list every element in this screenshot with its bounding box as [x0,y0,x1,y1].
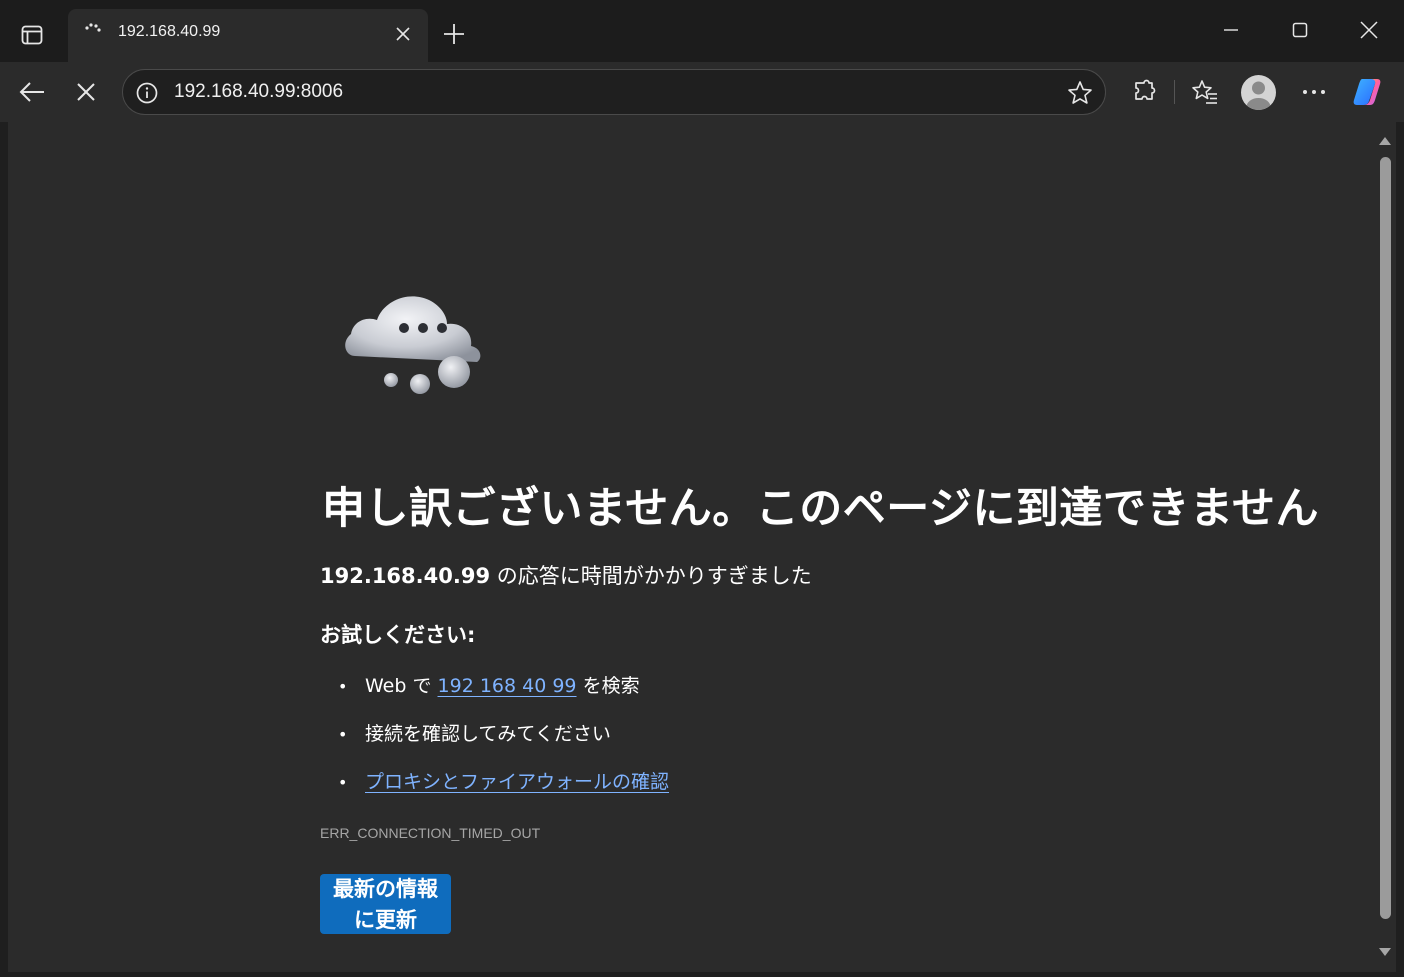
error-host-suffix: の応答に時間がかかりすぎました [490,564,812,588]
stop-icon [77,83,95,101]
toolbar-separator [1174,80,1175,104]
tab-close-button[interactable] [390,21,416,47]
loading-spinner-icon [85,23,101,32]
refresh-button[interactable]: 最新の情報 に更新 [320,874,451,934]
minimize-icon [1224,29,1238,31]
profile-icon [1246,81,1271,110]
browser-toolbar: 192.168.40.99:8006 [0,62,1404,122]
vertical-scrollbar[interactable] [1374,122,1396,972]
extensions-icon [1135,79,1156,100]
star-icon[interactable] [1067,80,1093,106]
error-description: 192.168.40.99 の応答に時間がかかりすぎました [320,560,812,590]
browser-tab[interactable]: 192.168.40.99 [68,9,428,62]
new-tab-button[interactable] [438,18,470,50]
copilot-icon [1353,79,1381,105]
maximize-icon [1292,22,1308,38]
tab-title: 192.168.40.99 [118,23,221,40]
more-icon [1303,90,1325,94]
stop-loading-button[interactable] [66,72,106,112]
scrollbar-thumb[interactable] [1380,157,1391,919]
more-menu-button[interactable] [1294,72,1334,112]
title-bar: 192.168.40.99 [0,0,1404,62]
maximize-button[interactable] [1277,10,1323,50]
suggestion-check-connection: • 接続を確認してみてください [338,719,611,746]
extensions-button[interactable] [1124,72,1164,112]
bullet: • [338,773,348,792]
refresh-button-line1: 最新の情報 [333,877,438,901]
error-code: ERR_CONNECTION_TIMED_OUT [320,825,541,841]
close-icon [396,27,410,41]
favorites-icon [1192,80,1217,104]
tab-actions-button[interactable] [10,13,54,57]
suggestion-proxy: • プロキシとファイアウォールの確認 [338,767,669,794]
window-bottom-edge [0,972,1404,977]
search-prefix: Web で [365,675,438,697]
scroll-down-arrow-icon[interactable] [1379,946,1391,958]
plus-icon [444,24,464,44]
minimize-button[interactable] [1208,10,1254,50]
copilot-button[interactable] [1350,72,1390,112]
favorites-button[interactable] [1185,72,1225,112]
url-text[interactable]: 192.168.40.99:8006 [174,81,343,103]
search-suffix: を検索 [576,675,640,697]
back-arrow-icon [19,82,44,102]
proxy-firewall-link[interactable]: プロキシとファイアウォールの確認 [365,771,669,793]
back-button[interactable] [12,72,52,112]
cloud-error-icon [345,296,481,394]
bullet: • [338,677,348,696]
suggestion-search: • Web で 192 168 40 99 を検索 [338,671,640,698]
address-bar[interactable]: 192.168.40.99:8006 [122,69,1106,115]
tab-actions-icon [21,25,43,45]
error-title: 申し訳ございません。このページに到達できません [322,484,1320,534]
search-web-link[interactable]: 192 168 40 99 [438,675,577,697]
page-content: 申し訳ございません。このページに到達できません 192.168.40.99 の応… [8,122,1396,972]
suggestions-heading: お試しください: [320,623,476,647]
info-icon[interactable] [135,81,159,105]
check-connection-text: 接続を確認してみてください [365,723,611,745]
close-icon [1360,21,1378,39]
bullet: • [338,725,348,744]
error-host: 192.168.40.99 [320,564,491,588]
scroll-up-arrow-icon[interactable] [1379,135,1391,147]
profile-avatar[interactable] [1241,75,1276,110]
window-close-button[interactable] [1346,10,1392,50]
refresh-button-line2: に更新 [354,908,417,932]
